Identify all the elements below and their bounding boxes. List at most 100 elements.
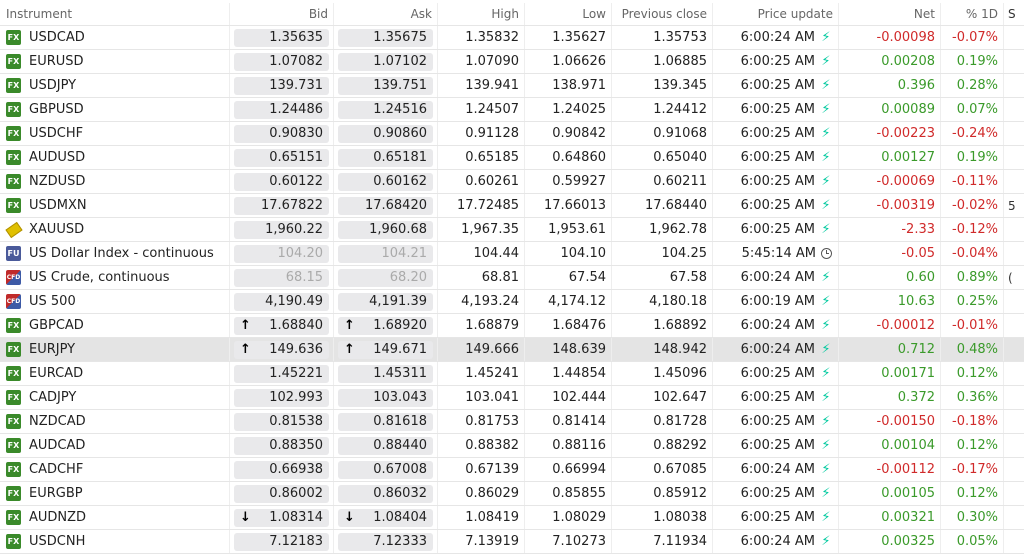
bid-button[interactable]: 0.90830 [234,124,329,143]
ask-button[interactable]: 17.68420 [338,196,433,215]
bid-price-cell[interactable]: 1.45221 [230,362,334,385]
bid-button[interactable]: 1,960.22 [234,220,329,239]
ask-price-cell[interactable]: 7.12333 [334,530,438,553]
bid-button[interactable]: 139.731 [234,76,329,95]
ask-price-cell[interactable]: 1.07102 [334,50,438,73]
instrument-cell[interactable]: FX EURGBP [0,482,230,505]
instrument-cell[interactable]: FX CADJPY [0,386,230,409]
instrument-cell[interactable]: FX NZDCAD [0,410,230,433]
ask-button[interactable]: 1.07102 [338,52,433,71]
column-header-instrument[interactable]: Instrument [0,3,230,25]
ask-button[interactable]: 0.88440 [338,436,433,455]
table-row[interactable]: FX USDCAD 1.35635 1.35675 1.35832 1.35627 1.35… [0,26,1024,50]
instrument-cell[interactable]: CFD US Crude, continuous [0,266,230,289]
ask-price-cell[interactable]: 139.751 [334,74,438,97]
instrument-cell[interactable]: FX AUDNZD [0,506,230,529]
ask-price-cell[interactable]: ↑ 1.68920 [334,314,438,337]
bid-button[interactable]: 1.07082 [234,52,329,71]
bid-price-cell[interactable]: 7.12183 [230,530,334,553]
bid-button[interactable]: ↑ 1.68840 [234,316,329,335]
ask-price-cell[interactable]: 0.90860 [334,122,438,145]
table-row[interactable]: FX CADCHF 0.66938 0.67008 0.67139 0.66994 0.67… [0,458,1024,482]
column-header-net[interactable]: Net [839,3,941,25]
table-row[interactable]: FX GBPUSD 1.24486 1.24516 1.24507 1.24025 1.24… [0,98,1024,122]
ask-button[interactable]: 104.21 [338,244,433,263]
bid-price-cell[interactable]: 102.993 [230,386,334,409]
ask-button[interactable]: 0.86032 [338,484,433,503]
bid-price-cell[interactable]: ↑ 149.636 [230,338,334,361]
instrument-cell[interactable]: FX CADCHF [0,458,230,481]
table-row[interactable]: FX EURJPY ↑ 149.636 ↑ 149.671 149.666 148.639 14… [0,338,1024,362]
ask-price-cell[interactable]: 1,960.68 [334,218,438,241]
ask-price-cell[interactable]: 17.68420 [334,194,438,217]
bid-button[interactable]: ↓ 1.08314 [234,508,329,527]
bid-price-cell[interactable]: ↑ 1.68840 [230,314,334,337]
ask-button[interactable]: 7.12333 [338,532,433,551]
table-row[interactable]: CFD US Crude, continuous 68.15 68.20 68.81 67… [0,266,1024,290]
ask-button[interactable]: 1.24516 [338,100,433,119]
ask-button[interactable]: 1.45311 [338,364,433,383]
ask-price-cell[interactable]: 0.81618 [334,410,438,433]
table-row[interactable]: FX EURUSD 1.07082 1.07102 1.07090 1.06626 1.06… [0,50,1024,74]
bid-button[interactable]: 0.81538 [234,412,329,431]
ask-button[interactable]: ↓ 1.08404 [338,508,433,527]
bid-button[interactable]: 0.66938 [234,460,329,479]
bid-price-cell[interactable]: 0.60122 [230,170,334,193]
table-row[interactable]: FX EURCAD 1.45221 1.45311 1.45241 1.44854 1.45… [0,362,1024,386]
ask-price-cell[interactable]: 103.043 [334,386,438,409]
instrument-cell[interactable]: FX NZDUSD [0,170,230,193]
instrument-cell[interactable]: FX EURUSD [0,50,230,73]
ask-button[interactable]: 1.35675 [338,28,433,47]
bid-button[interactable]: 0.88350 [234,436,329,455]
ask-price-cell[interactable]: 1.24516 [334,98,438,121]
ask-button[interactable]: 0.67008 [338,460,433,479]
table-row[interactable]: FX EURGBP 0.86002 0.86032 0.86029 0.85855 0.85… [0,482,1024,506]
bid-price-cell[interactable]: 104.20 [230,242,334,265]
bid-button[interactable]: 102.993 [234,388,329,407]
ask-price-cell[interactable]: 0.86032 [334,482,438,505]
instrument-cell[interactable]: FX EURJPY [0,338,230,361]
ask-price-cell[interactable]: 104.21 [334,242,438,265]
bid-button[interactable]: 1.45221 [234,364,329,383]
ask-price-cell[interactable]: 0.88440 [334,434,438,457]
column-header-previous-close[interactable]: Previous close [612,3,713,25]
ask-button[interactable]: 0.90860 [338,124,433,143]
table-row[interactable]: FX GBPCAD ↑ 1.68840 ↑ 1.68920 1.68879 1.68476 1.… [0,314,1024,338]
ask-price-cell[interactable]: 0.60162 [334,170,438,193]
ask-price-cell[interactable]: 0.65181 [334,146,438,169]
table-row[interactable]: FX AUDCAD 0.88350 0.88440 0.88382 0.88116 0.88… [0,434,1024,458]
bid-button[interactable]: 7.12183 [234,532,329,551]
bid-button[interactable]: 0.65151 [234,148,329,167]
bid-button[interactable]: 0.60122 [234,172,329,191]
column-header-low[interactable]: Low [525,3,612,25]
table-row[interactable]: FX USDJPY 139.731 139.751 139.941 138.971 139.… [0,74,1024,98]
ask-button[interactable]: 139.751 [338,76,433,95]
table-row[interactable]: FX USDMXN 17.67822 17.68420 17.72485 17.66013… [0,194,1024,218]
bid-price-cell[interactable]: 1.24486 [230,98,334,121]
bid-price-cell[interactable]: 1.35635 [230,26,334,49]
column-header-high[interactable]: High [438,3,525,25]
bid-price-cell[interactable]: 0.86002 [230,482,334,505]
instrument-cell[interactable]: FX AUDUSD [0,146,230,169]
instrument-cell[interactable]: FX USDCAD [0,26,230,49]
bid-button[interactable]: ↑ 149.636 [234,340,329,359]
ask-price-cell[interactable]: 0.67008 [334,458,438,481]
bid-button[interactable]: 104.20 [234,244,329,263]
ask-button[interactable]: 68.20 [338,268,433,287]
ask-price-cell[interactable]: 4,191.39 [334,290,438,313]
column-header-ask[interactable]: Ask [334,3,438,25]
bid-price-cell[interactable]: 0.81538 [230,410,334,433]
ask-button[interactable]: 1,960.68 [338,220,433,239]
bid-price-cell[interactable]: 1,960.22 [230,218,334,241]
bid-button[interactable]: 4,190.49 [234,292,329,311]
bid-button[interactable]: 17.67822 [234,196,329,215]
column-header-pct-1d[interactable]: % 1D [941,3,1004,25]
bid-button[interactable]: 1.35635 [234,28,329,47]
ask-button[interactable]: 103.043 [338,388,433,407]
column-header-truncated[interactable]: S [1004,3,1024,25]
table-row[interactable]: XAUUSD 1,960.22 1,960.68 1,967.35 1,953.61 1,… [0,218,1024,242]
table-row[interactable]: FX NZDCAD 0.81538 0.81618 0.81753 0.81414 0.81… [0,410,1024,434]
ask-price-cell[interactable]: ↓ 1.08404 [334,506,438,529]
instrument-cell[interactable]: FX USDMXN [0,194,230,217]
ask-price-cell[interactable]: 68.20 [334,266,438,289]
